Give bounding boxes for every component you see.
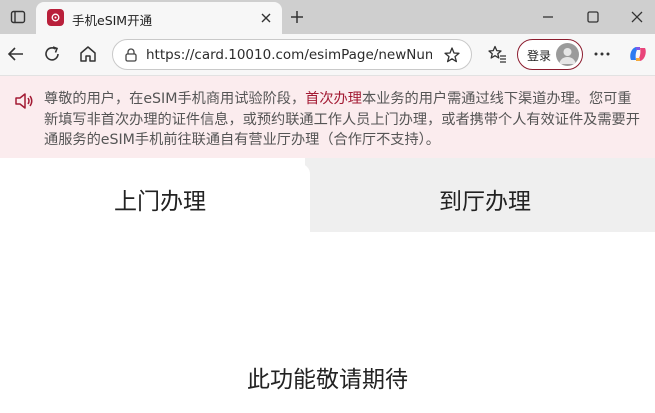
minimize-icon[interactable]: [539, 8, 557, 26]
maximize-icon[interactable]: [584, 8, 602, 26]
notice-highlight: 首次办理: [305, 91, 362, 107]
brand-favicon: [47, 9, 64, 26]
home-icon[interactable]: [77, 43, 99, 65]
speaker-icon: [15, 93, 33, 109]
tab-actions-button[interactable]: [5, 4, 31, 30]
notice-text-before: 尊敬的用户，在eSIM手机商用试验阶段，: [44, 91, 306, 107]
star-icon[interactable]: [443, 46, 461, 64]
tab-title: 手机eSIM开通: [72, 13, 153, 28]
lock-icon[interactable]: [123, 47, 139, 63]
tab-store-service-label: 到厅办理: [439, 189, 531, 215]
window-close-icon[interactable]: [628, 8, 646, 26]
title-bar: 手机eSIM开通: [0, 0, 655, 34]
login-label: 登录: [527, 49, 552, 63]
notice-text: 尊敬的用户，在eSIM手机商用试验阶段，首次办理本业务的用户需通过线下渠道办理。…: [44, 89, 644, 151]
coming-soon-message: 此功能敬请期待: [247, 367, 408, 393]
refresh-icon[interactable]: [41, 43, 63, 65]
address-bar[interactable]: https://card.10010.com/esimPage/newNumH.…: [112, 39, 472, 70]
notice-banner: 尊敬的用户，在eSIM手机商用试验阶段，首次办理本业务的用户需通过线下渠道办理。…: [0, 76, 655, 158]
tab-actions-icon: [10, 10, 26, 24]
avatar-icon: [556, 43, 579, 66]
close-icon[interactable]: [258, 10, 274, 26]
browser-tab[interactable]: 手机eSIM开通: [36, 2, 282, 34]
favorites-icon[interactable]: [487, 44, 507, 64]
login-button[interactable]: 登录: [517, 39, 583, 70]
url-text[interactable]: https://card.10010.com/esimPage/newNumH.…: [146, 47, 432, 63]
tab-store-service[interactable]: 到厅办理: [335, 164, 635, 230]
tab-home-service[interactable]: 上门办理: [10, 164, 310, 232]
plus-icon[interactable]: [288, 8, 306, 26]
more-icon[interactable]: [592, 44, 612, 64]
tab-home-service-label: 上门办理: [114, 189, 206, 215]
copilot-icon[interactable]: [626, 42, 650, 66]
back-arrow-icon[interactable]: [5, 43, 27, 65]
address-toolbar: https://card.10010.com/esimPage/newNumH.…: [0, 34, 655, 76]
